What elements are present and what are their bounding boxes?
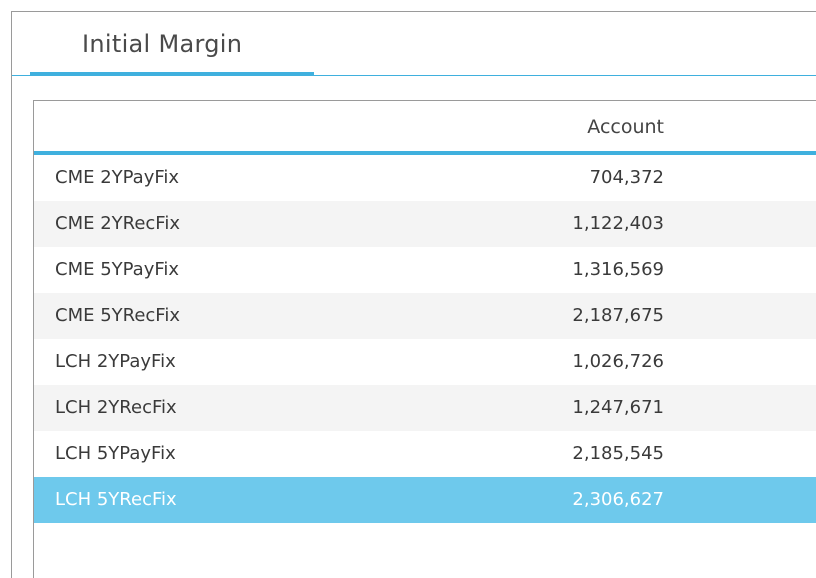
initial-margin-panel: Initial Margin Account CME 2YPayFix 704,… xyxy=(11,11,816,578)
table-row-selected[interactable]: LCH 5YRecFix 2,306,627 xyxy=(34,477,816,523)
row-account-value: 1,026,726 xyxy=(572,351,664,372)
row-account-value: 2,187,675 xyxy=(572,305,664,326)
tab-initial-margin[interactable]: Initial Margin xyxy=(30,12,314,76)
row-name: LCH 5YPayFix xyxy=(55,443,176,464)
tab-label: Initial Margin xyxy=(82,30,243,58)
row-name: CME 2YPayFix xyxy=(55,167,180,188)
table-row[interactable]: CME 2YPayFix 704,372 xyxy=(34,155,816,201)
column-header-account[interactable]: Account xyxy=(574,116,664,138)
margin-grid: Account CME 2YPayFix 704,372 CME 2YRecFi… xyxy=(33,100,816,578)
row-name: LCH 5YRecFix xyxy=(55,489,177,510)
row-name: CME 5YRecFix xyxy=(55,305,181,326)
table-row[interactable]: LCH 2YRecFix 1,247,671 xyxy=(34,385,816,431)
row-name: LCH 2YPayFix xyxy=(55,351,176,372)
table-row[interactable]: CME 2YRecFix 1,122,403 xyxy=(34,201,816,247)
table-row[interactable]: CME 5YPayFix 1,316,569 xyxy=(34,247,816,293)
row-account-value: 1,247,671 xyxy=(572,397,664,418)
row-account-value: 1,122,403 xyxy=(572,213,664,234)
row-name: CME 2YRecFix xyxy=(55,213,181,234)
table-row[interactable]: LCH 2YPayFix 1,026,726 xyxy=(34,339,816,385)
table-row[interactable]: LCH 5YPayFix 2,185,545 xyxy=(34,431,816,477)
panel-header: Initial Margin xyxy=(12,12,816,76)
row-name: LCH 2YRecFix xyxy=(55,397,177,418)
grid-header: Account xyxy=(34,101,816,155)
row-account-value: 1,316,569 xyxy=(572,259,664,280)
table-row[interactable]: CME 5YRecFix 2,187,675 xyxy=(34,293,816,339)
grid-body: CME 2YPayFix 704,372 CME 2YRecFix 1,122,… xyxy=(34,155,816,523)
row-account-value: 2,306,627 xyxy=(572,489,664,510)
row-account-value: 2,185,545 xyxy=(572,443,664,464)
row-account-value: 704,372 xyxy=(589,167,664,188)
row-name: CME 5YPayFix xyxy=(55,259,180,280)
